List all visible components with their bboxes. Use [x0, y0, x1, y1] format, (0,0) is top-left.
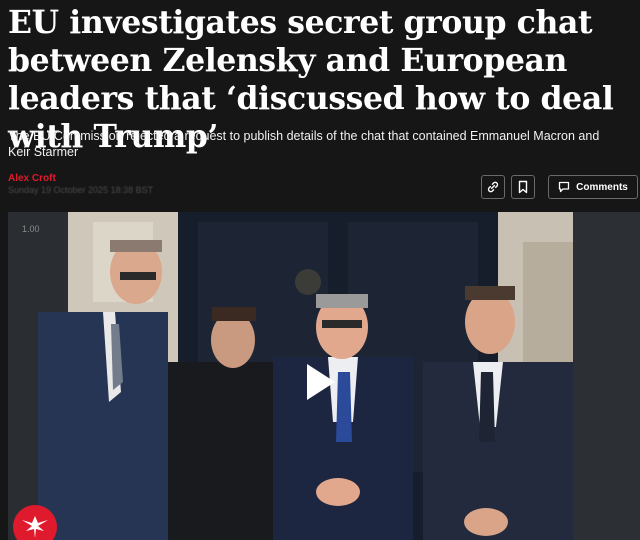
- comment-icon: [559, 181, 570, 193]
- article-page: EU investigates secret group chat betwee…: [0, 0, 640, 540]
- comments-label: Comments: [576, 181, 628, 193]
- article-hero-video[interactable]: 1.00: [8, 212, 640, 540]
- byline-row: Alex Croft Sunday 19 October 2025 18:38 …: [8, 172, 638, 204]
- video-timestamp: 1.00: [22, 224, 40, 234]
- play-icon[interactable]: [303, 362, 337, 402]
- bookmark-button[interactable]: [511, 175, 535, 199]
- link-icon: [487, 181, 499, 193]
- comments-button[interactable]: Comments: [548, 175, 638, 199]
- eagle-logo: [13, 505, 57, 540]
- publish-date: Sunday 19 October 2025 18:38 BST: [8, 185, 154, 195]
- article-standfirst: The EU Commission rejected a request to …: [8, 129, 600, 159]
- author-link[interactable]: Alex Croft: [8, 173, 56, 184]
- bookmark-icon: [518, 180, 528, 194]
- copy-link-button[interactable]: [481, 175, 505, 199]
